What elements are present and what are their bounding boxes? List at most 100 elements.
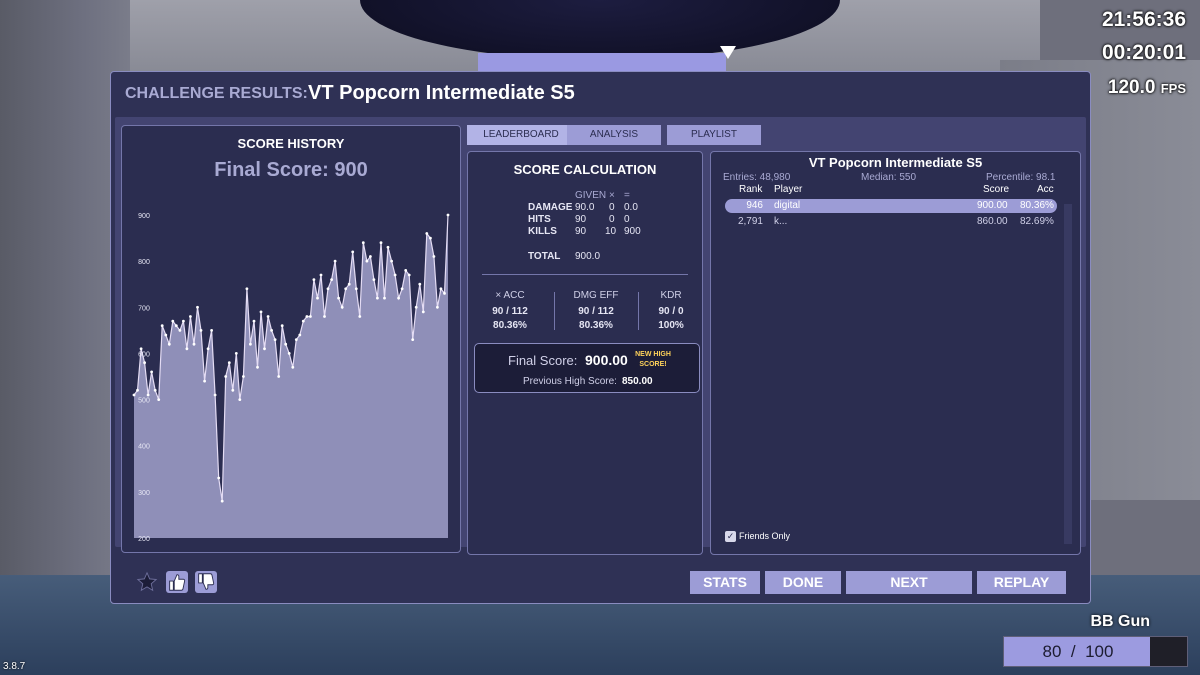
score-history-point <box>376 296 379 300</box>
score-history-point <box>242 375 245 378</box>
new-high-score-badge: NEW HIGH SCORE! <box>627 350 679 370</box>
leaderboard-scrollbar[interactable] <box>1064 204 1072 544</box>
score-history-card: SCORE HISTORY Final Score: 900 200 300 400… <box>121 125 461 553</box>
new-high-line-2: SCORE! <box>639 361 667 368</box>
score-history-point <box>337 296 340 300</box>
calc-row-given: 90 <box>575 214 587 225</box>
calc-row-label: DAMAGE <box>528 202 573 213</box>
calc-row-mult: 0 <box>609 214 615 225</box>
score-history-point <box>369 255 372 258</box>
score-history-point <box>203 379 206 383</box>
leaderboard-row[interactable]: 2,791 k... 860.00 82.69% <box>725 215 1057 229</box>
thumbs-up-icon[interactable] <box>166 571 188 593</box>
calc-head-equals: = <box>624 190 630 201</box>
score-history-point <box>150 370 153 374</box>
leaderboard-row[interactable]: 946 digital 900.00 80.36% <box>725 199 1057 213</box>
target-health-bar <box>478 53 726 73</box>
calc-head-given: GIVEN <box>575 190 607 201</box>
score-history-point <box>153 388 157 392</box>
score-history-area <box>134 215 448 538</box>
score-history-point <box>309 315 312 318</box>
y-tick-label: 800 <box>138 259 150 266</box>
calc-row-result: 0 <box>624 214 630 225</box>
leaderboard-col-player: Player <box>774 184 803 195</box>
score-history-point <box>196 305 199 309</box>
row-player: k... <box>774 216 788 227</box>
score-history-point <box>354 287 358 291</box>
score-history-point <box>340 305 344 309</box>
score-history-point <box>411 338 415 341</box>
score-history-point <box>390 259 393 263</box>
score-history-point <box>425 232 429 235</box>
score-history-point <box>446 213 450 217</box>
score-history-point <box>305 315 309 318</box>
leaderboard-median: Median: 550 <box>861 172 917 183</box>
score-history-point <box>443 292 446 295</box>
panel-header: CHALLENGE RESULTS: VT Popcorn Intermedia… <box>111 72 1090 118</box>
score-history-point <box>178 329 182 332</box>
tab-leaderboard[interactable]: LEADERBOARD <box>467 125 575 145</box>
calc-row-mult: 0 <box>609 202 615 213</box>
score-history-point <box>326 287 330 291</box>
calc-row-mult: 10 <box>605 226 617 237</box>
score-calculation-card: SCORE CALCULATION GIVEN × = DAMAGE 90.0 … <box>467 151 703 555</box>
previous-high-score-label: Previous High Score: <box>523 376 617 387</box>
score-history-point <box>245 287 249 291</box>
calc-row-result: 900 <box>624 226 641 237</box>
score-history-point <box>294 338 298 341</box>
score-history-point <box>298 333 302 337</box>
ammo-current: 80 <box>1042 642 1062 661</box>
leaderboard-card: VT Popcorn Intermediate S5 Entries: 48,9… <box>710 151 1081 555</box>
score-history-point <box>249 342 252 346</box>
calc-row-given: 90 <box>575 226 587 237</box>
replay-button[interactable]: REPLAY <box>977 571 1066 594</box>
stat-label: × ACC <box>495 290 525 301</box>
score-history-point <box>429 236 432 240</box>
score-history-point <box>206 347 210 351</box>
score-history-point <box>301 319 305 323</box>
score-history-point <box>234 352 238 355</box>
y-tick-label: 300 <box>138 490 150 497</box>
score-history-point <box>400 287 404 291</box>
leaderboard-title: VT Popcorn Intermediate S5 <box>808 155 983 170</box>
score-history-point <box>136 388 139 392</box>
previous-high-score-value: 850.00 <box>622 376 653 387</box>
final-score-label: Final Score: <box>508 353 578 368</box>
score-history-point <box>139 347 143 351</box>
score-history-point <box>386 245 390 249</box>
score-history-point <box>358 315 362 318</box>
leaderboard-col-acc: Acc <box>1037 184 1054 195</box>
stat-percent: 100% <box>658 320 684 331</box>
score-history-point <box>404 269 408 272</box>
score-history-point <box>383 296 386 300</box>
stat-separator <box>554 292 555 330</box>
ammo-bar: 80 / 100 <box>1003 636 1188 667</box>
favorite-star-icon[interactable] <box>136 571 158 593</box>
leaderboard-percentile: Percentile: 98.1 <box>986 172 1056 183</box>
checkbox-checked-icon[interactable]: ✓ <box>725 531 736 543</box>
score-history-point <box>312 278 316 281</box>
score-history-point <box>414 305 418 309</box>
score-history-point <box>146 393 150 397</box>
score-history-point <box>167 342 171 346</box>
score-history-point <box>291 365 295 369</box>
tab-analysis[interactable]: ANALYSIS <box>567 125 661 145</box>
score-history-point <box>171 319 175 323</box>
next-button[interactable]: NEXT <box>846 571 972 594</box>
tab-playlist[interactable]: PLAYLIST <box>667 125 761 145</box>
score-history-point <box>316 296 319 300</box>
friends-only-label: Friends Only <box>739 531 791 541</box>
friends-only-toggle[interactable]: ✓ Friends Only <box>725 531 791 543</box>
done-button[interactable]: DONE <box>765 571 841 594</box>
thumbs-down-icon[interactable] <box>195 571 217 593</box>
row-rank: 946 <box>746 200 763 211</box>
score-history-point <box>263 347 266 351</box>
calc-row-label: HITS <box>528 214 551 225</box>
stats-button[interactable]: STATS <box>690 571 760 594</box>
score-history-point <box>372 278 376 281</box>
hud-session-timer: 00:20:01 <box>1101 41 1186 64</box>
fps-unit: FPS <box>1160 81 1186 96</box>
score-history-point <box>238 398 242 401</box>
score-history-point <box>344 287 348 291</box>
fps-value: 120.0 <box>1107 77 1156 98</box>
